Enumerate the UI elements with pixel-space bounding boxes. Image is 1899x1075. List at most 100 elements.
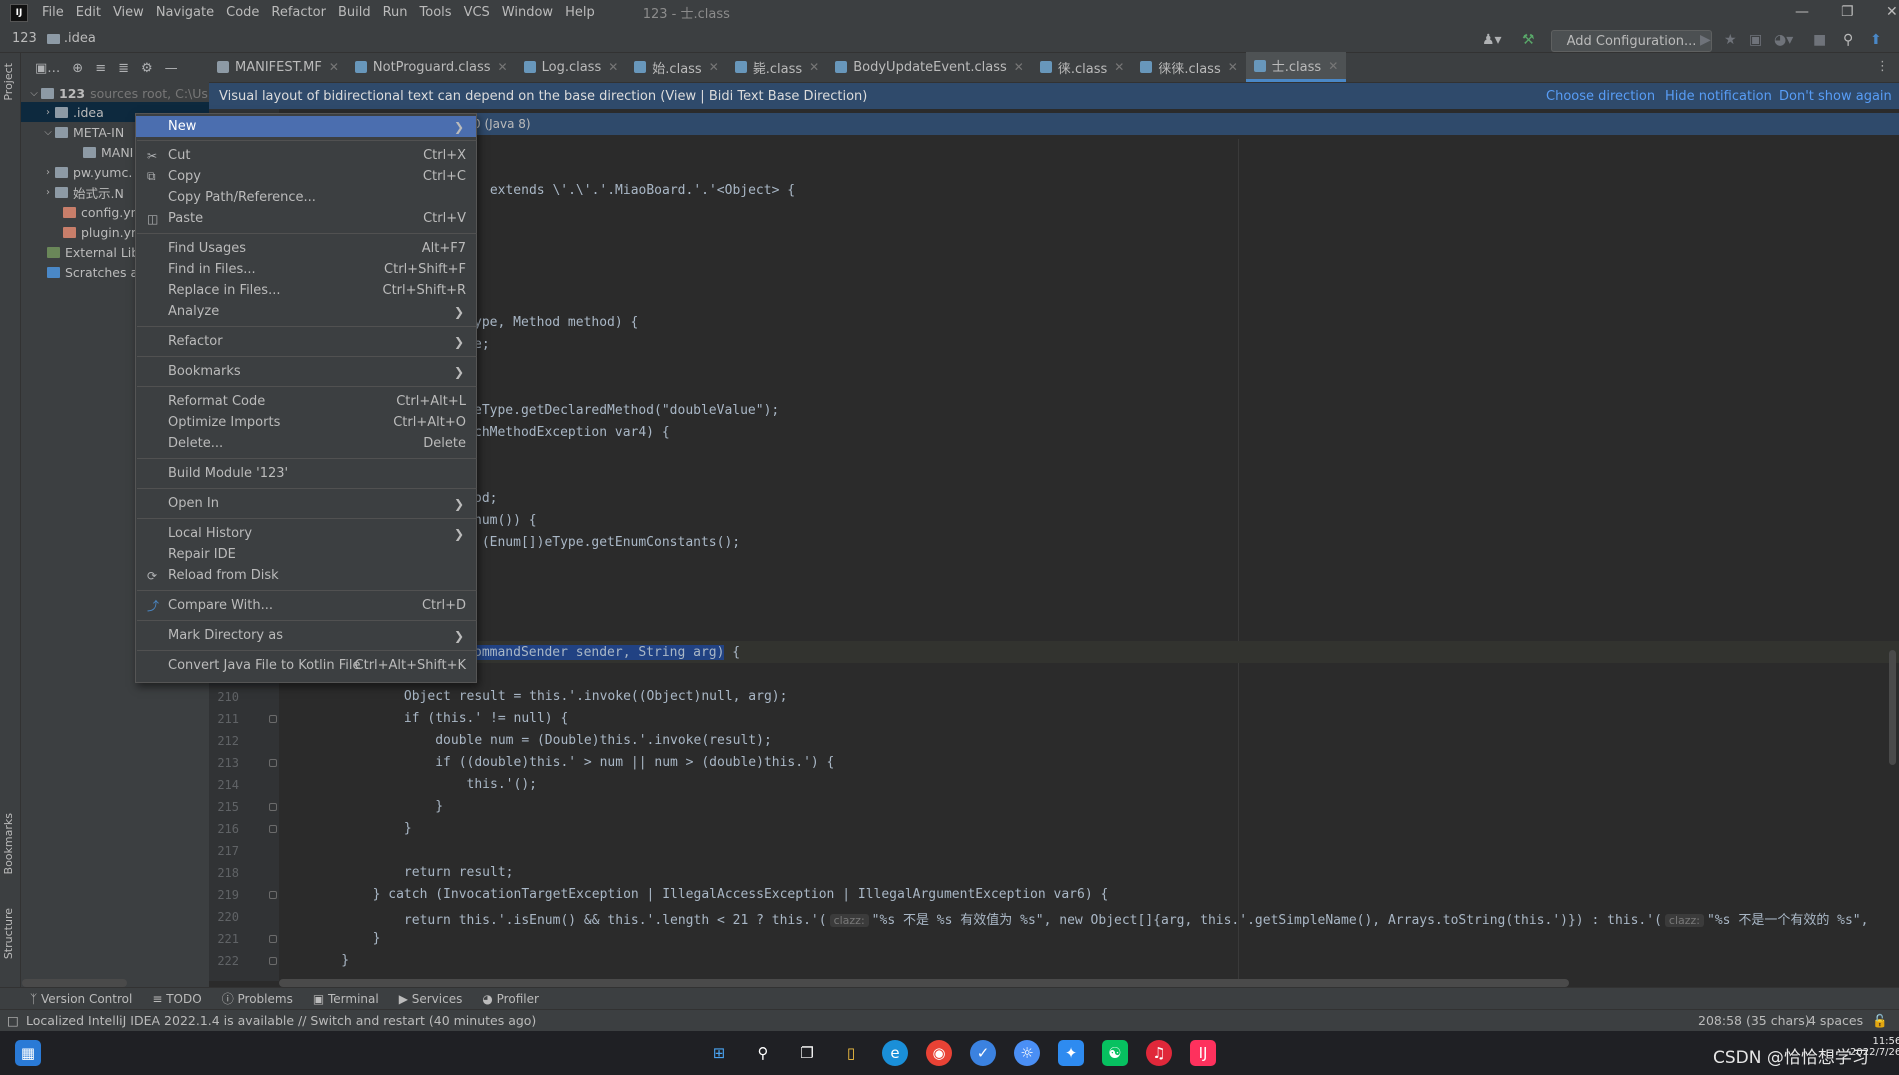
- menu-window[interactable]: Window: [496, 5, 559, 20]
- fold-icon[interactable]: [269, 957, 277, 965]
- add-configuration-button[interactable]: Add Configuration...: [1551, 30, 1712, 52]
- menu-refactor[interactable]: Refactor: [265, 5, 332, 20]
- file-explorer-icon[interactable]: ▯: [838, 1040, 864, 1066]
- app-feather-icon[interactable]: ✦: [1058, 1040, 1084, 1066]
- close-icon[interactable]: ✕: [1328, 59, 1338, 73]
- menu-view[interactable]: View: [107, 5, 150, 20]
- tab-class-c[interactable]: 徕.class ✕: [1032, 52, 1132, 82]
- fold-icon[interactable]: [269, 825, 277, 833]
- fold-icon[interactable]: [269, 803, 277, 811]
- menu-item-reformat-code[interactable]: Reformat Code Ctrl+Alt+L: [136, 391, 476, 412]
- restore-icon[interactable]: ❐: [1841, 4, 1854, 20]
- wechat-icon[interactable]: ☯: [1102, 1040, 1128, 1066]
- tree-root[interactable]: ⌵ 123 sources root, C:\Us: [21, 83, 209, 103]
- close-icon[interactable]: ✕: [1886, 4, 1898, 20]
- system-clock[interactable]: 11:56 2022/7/26: [1850, 1036, 1899, 1058]
- menu-item-refactor[interactable]: Refactor ❯: [136, 331, 476, 352]
- close-icon[interactable]: ✕: [1014, 60, 1024, 74]
- editor-vertical-scrollbar[interactable]: [1889, 650, 1896, 765]
- lock-icon[interactable]: 🔓: [1872, 1013, 1888, 1029]
- close-icon[interactable]: ✕: [608, 60, 618, 74]
- terminal-tab[interactable]: ▣ Terminal: [313, 992, 379, 1006]
- stop-icon[interactable]: ■: [1813, 32, 1826, 48]
- task-view-icon[interactable]: ❐: [794, 1040, 820, 1066]
- profile-icon[interactable]: ◕▾: [1774, 32, 1793, 48]
- hide-notification-link[interactable]: Hide notification: [1665, 89, 1772, 104]
- menu-item-cut[interactable]: ✂ Cut Ctrl+X: [136, 145, 476, 166]
- menu-item-find-usages[interactable]: Find Usages Alt+F7: [136, 238, 476, 259]
- fold-icon[interactable]: [269, 715, 277, 723]
- editor-horizontal-scrollbar[interactable]: [279, 979, 1569, 987]
- chevron-down-icon[interactable]: ⌵: [41, 127, 55, 138]
- hide-icon[interactable]: —: [165, 61, 178, 76]
- run-icon[interactable]: ▶: [1700, 32, 1711, 48]
- menu-item-copy[interactable]: ⧉ Copy Ctrl+C: [136, 166, 476, 187]
- project-tool-tab[interactable]: Project: [2, 63, 15, 101]
- breadcrumb-project[interactable]: 123: [12, 31, 37, 46]
- tab-manifest[interactable]: MANIFEST.MF ✕: [209, 52, 347, 82]
- close-icon[interactable]: ✕: [329, 60, 339, 74]
- profiler-tab[interactable]: ◕ Profiler: [482, 992, 539, 1006]
- menu-item-convert-to-kotlin[interactable]: Convert Java File to Kotlin File Ctrl+Alt…: [136, 655, 476, 676]
- start-icon[interactable]: ⊞: [706, 1040, 732, 1066]
- search-icon[interactable]: ⚲: [750, 1040, 776, 1066]
- menu-vcs[interactable]: VCS: [458, 5, 496, 20]
- chevron-right-icon[interactable]: ›: [41, 107, 55, 118]
- tab-log[interactable]: Log.class ✕: [516, 52, 627, 82]
- menu-item-find-in-files[interactable]: Find in Files... Ctrl+Shift+F: [136, 259, 476, 280]
- menu-item-delete[interactable]: Delete... Delete: [136, 433, 476, 454]
- gear-icon[interactable]: ⚙: [141, 61, 153, 76]
- chevron-down-icon[interactable]: ⌵: [27, 88, 41, 99]
- chevron-right-icon[interactable]: ›: [41, 187, 55, 198]
- menu-item-local-history[interactable]: Local History ❯: [136, 523, 476, 544]
- tab-bodyupdateevent[interactable]: BodyUpdateEvent.class ✕: [827, 52, 1032, 82]
- debug-icon[interactable]: ★: [1724, 32, 1737, 48]
- close-icon[interactable]: ✕: [498, 60, 508, 74]
- menu-item-analyze[interactable]: Analyze ❯: [136, 301, 476, 322]
- menu-item-optimize-imports[interactable]: Optimize Imports Ctrl+Alt+O: [136, 412, 476, 433]
- expand-all-icon[interactable]: ≡: [95, 61, 106, 76]
- minimize-icon[interactable]: —: [1795, 4, 1809, 20]
- menu-item-compare-with[interactable]: ⤴ Compare With... Ctrl+D: [136, 595, 476, 616]
- locate-icon[interactable]: ⊕: [72, 61, 83, 76]
- bookmarks-tool-tab[interactable]: Bookmarks: [2, 813, 15, 874]
- edge-icon[interactable]: e: [882, 1040, 908, 1066]
- close-icon[interactable]: ✕: [1114, 60, 1124, 74]
- services-tab[interactable]: ▶ Services: [399, 992, 463, 1006]
- problems-tab[interactable]: ⓘ Problems: [222, 990, 293, 1007]
- coverage-icon[interactable]: ▣: [1749, 32, 1762, 48]
- tab-class-a[interactable]: 始.class ✕: [626, 52, 726, 82]
- fold-icon[interactable]: [269, 891, 277, 899]
- collapse-all-icon[interactable]: ≣: [118, 61, 129, 76]
- menu-navigate[interactable]: Navigate: [150, 5, 220, 20]
- intellij-taskbar-icon[interactable]: IJ: [1190, 1040, 1216, 1066]
- status-toggle-icon[interactable]: □: [7, 1013, 19, 1028]
- tab-class-b[interactable]: 毙.class ✕: [727, 52, 827, 82]
- caret-position[interactable]: 208:58 (35 chars): [1698, 1013, 1810, 1028]
- netease-music-icon[interactable]: ♫: [1146, 1040, 1172, 1066]
- version-control-tab[interactable]: ᛉ Version Control: [30, 992, 132, 1006]
- tab-class-d[interactable]: 徕徕.class ✕: [1132, 52, 1245, 82]
- menu-item-copy-path[interactable]: Copy Path/Reference...: [136, 187, 476, 208]
- tab-notproguard[interactable]: NotProguard.class ✕: [347, 52, 516, 82]
- menu-item-reload-from-disk[interactable]: ⟳ Reload from Disk: [136, 565, 476, 586]
- structure-tool-tab[interactable]: Structure: [2, 908, 15, 959]
- breadcrumb-folder[interactable]: .idea: [64, 31, 96, 46]
- menu-item-open-in[interactable]: Open In ❯: [136, 493, 476, 514]
- menu-code[interactable]: Code: [220, 5, 265, 20]
- choose-direction-link[interactable]: Choose direction: [1546, 89, 1655, 104]
- menu-item-mark-directory[interactable]: Mark Directory as ❯: [136, 625, 476, 646]
- app-check-icon[interactable]: ✓: [970, 1040, 996, 1066]
- close-icon[interactable]: ✕: [809, 60, 819, 74]
- user-icon[interactable]: ♟▾: [1482, 32, 1502, 48]
- fold-icon[interactable]: [269, 935, 277, 943]
- build-hammer-icon[interactable]: ⚒: [1522, 32, 1535, 48]
- chevron-right-icon[interactable]: ›: [41, 167, 55, 178]
- app-chat-icon[interactable]: ☼: [1014, 1040, 1040, 1066]
- fold-icon[interactable]: [269, 759, 277, 767]
- search-icon[interactable]: ⚲: [1843, 32, 1853, 48]
- menu-item-paste[interactable]: ◫ Paste Ctrl+V: [136, 208, 476, 229]
- menu-run[interactable]: Run: [377, 5, 414, 20]
- dont-show-again-link[interactable]: Don't show again: [1779, 89, 1892, 104]
- menu-item-build-module[interactable]: Build Module '123': [136, 463, 476, 484]
